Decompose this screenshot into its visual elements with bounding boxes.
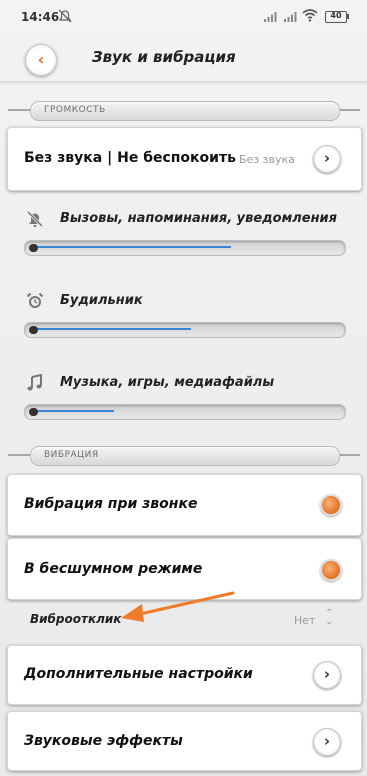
alarm-clock-icon <box>26 292 44 308</box>
additional-settings-arrow-button[interactable]: › <box>313 661 341 689</box>
haptic-feedback-value: Нет <box>294 614 316 627</box>
chevron-right-icon: › <box>323 665 331 683</box>
vibrate-silent-toggle[interactable] <box>320 559 342 581</box>
header-divider <box>0 81 367 87</box>
battery-icon: 40 <box>325 11 347 23</box>
status-time: 14:46 <box>21 10 60 24</box>
vibrate-on-ring-toggle[interactable] <box>320 494 342 516</box>
haptic-feedback-row[interactable]: Виброотклик Нет ⌃ ⌄ <box>0 604 367 638</box>
section-title: ВИБРАЦИЯ <box>44 450 99 460</box>
volume-alarm-label: Будильник <box>60 293 143 308</box>
volume-calls-label: Вызовы, напоминания, уведомления <box>60 211 338 226</box>
volume-media-label: Музыка, игры, медиафайлы <box>60 375 275 390</box>
haptic-feedback-label: Виброотклик <box>30 612 122 626</box>
dnd-slashed-icon <box>58 9 72 23</box>
slider-fill <box>31 328 191 330</box>
volume-calls-slider[interactable] <box>24 240 346 256</box>
vibrate-on-ring-row[interactable]: Вибрация при звонке <box>7 474 362 536</box>
chevron-left-icon: ‹ <box>37 50 45 69</box>
section-vibration: ВИБРАЦИЯ <box>0 444 367 468</box>
vibrate-silent-row[interactable]: В бесшумном режиме <box>7 538 362 600</box>
slider-fill <box>31 410 114 412</box>
section-title: ГРОМКОСТЬ <box>44 105 106 115</box>
wifi-icon <box>302 9 318 22</box>
chevron-right-icon: › <box>323 149 331 167</box>
page-title: Звук и вибрация <box>92 48 236 66</box>
app-header: ‹ Звук и вибрация <box>0 34 367 86</box>
vibrate-silent-label: В бесшумном режиме <box>24 561 203 577</box>
slider-handle[interactable] <box>29 244 38 252</box>
chevron-updown-icon: ⌃ ⌄ <box>325 608 334 627</box>
signal-icon-2 <box>284 12 297 22</box>
slider-fill <box>31 246 231 248</box>
vibrate-on-ring-label: Вибрация при звонке <box>24 496 198 512</box>
music-note-icon <box>27 374 42 391</box>
bell-off-icon <box>26 210 44 228</box>
additional-settings-row[interactable]: Дополнительные настройки › <box>7 645 362 705</box>
sound-effects-arrow-button[interactable]: › <box>313 728 341 756</box>
volume-media-slider[interactable] <box>24 404 346 420</box>
additional-settings-label: Дополнительные настройки <box>24 666 253 682</box>
battery-tip <box>347 14 349 19</box>
sound-effects-row[interactable]: Звуковые эффекты › <box>7 711 362 771</box>
silent-mode-row[interactable]: Без звука | Не беспокоить Без звука › <box>7 127 362 191</box>
slider-handle[interactable] <box>29 326 38 334</box>
silent-mode-label: Без звука | Не беспокоить <box>24 150 236 166</box>
sound-effects-label: Звуковые эффекты <box>24 733 183 749</box>
section-volume: ГРОМКОСТЬ <box>0 99 367 123</box>
signal-icon-1 <box>264 12 277 22</box>
chevron-right-icon: › <box>323 732 331 750</box>
silent-mode-value: Без звука <box>239 153 295 166</box>
slider-handle[interactable] <box>29 408 38 416</box>
silent-mode-arrow-button[interactable]: › <box>313 145 341 173</box>
battery-level: 40 <box>330 11 342 20</box>
volume-alarm-slider[interactable] <box>24 322 346 338</box>
status-bar: 14:46 40 <box>0 0 367 34</box>
back-button[interactable]: ‹ <box>25 44 57 76</box>
